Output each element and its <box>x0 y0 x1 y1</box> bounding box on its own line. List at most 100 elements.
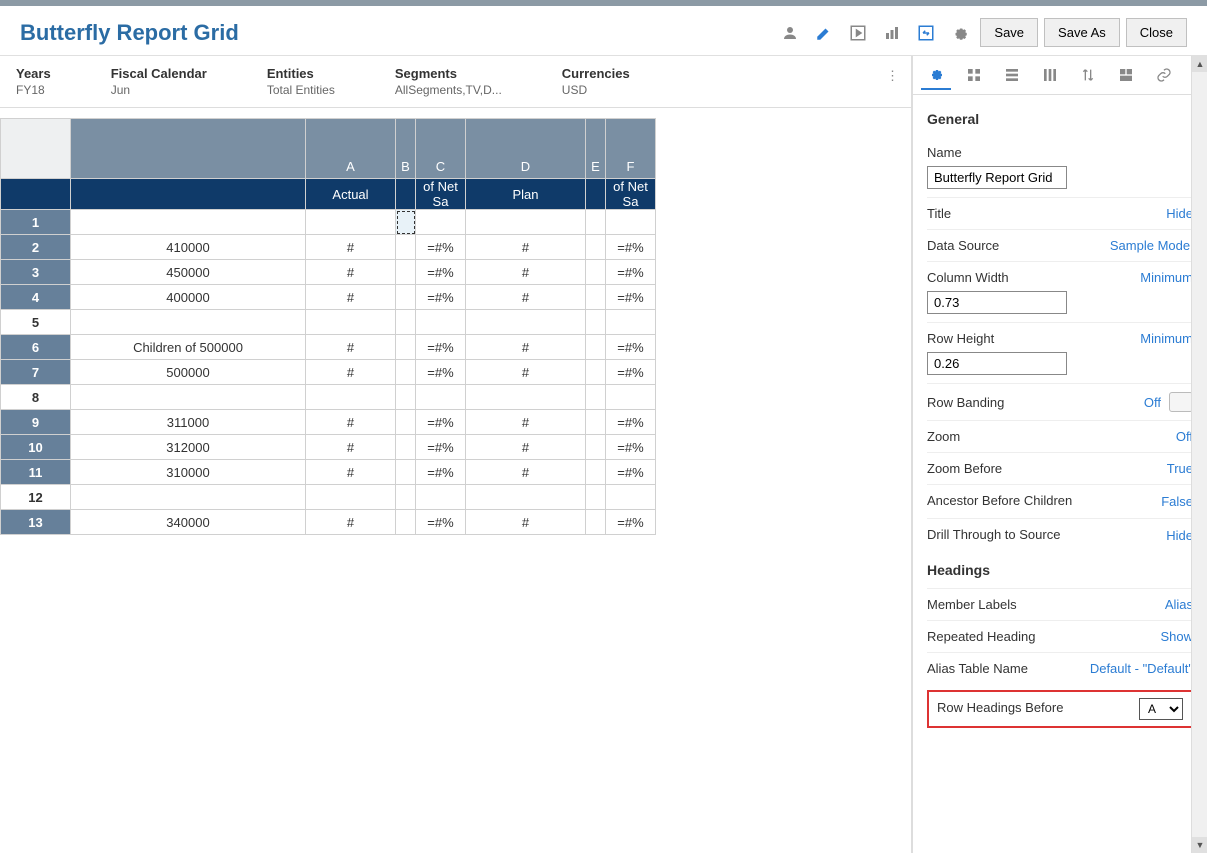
col-letter[interactable]: F <box>606 119 656 179</box>
row-number[interactable]: 13 <box>1 510 71 535</box>
row-label[interactable]: 410000 <box>71 235 306 260</box>
data-cell[interactable]: # <box>466 285 586 310</box>
data-cell[interactable] <box>586 360 606 385</box>
row-label[interactable]: 500000 <box>71 360 306 385</box>
prop-rowheight-link[interactable]: Minimum <box>1140 331 1193 346</box>
row-number[interactable]: 11 <box>1 460 71 485</box>
row-number[interactable]: 4 <box>1 285 71 310</box>
data-cell[interactable]: # <box>466 510 586 535</box>
data-cell[interactable] <box>396 510 416 535</box>
user-icon[interactable] <box>776 19 804 47</box>
tab-grid1-icon[interactable] <box>959 60 989 90</box>
report-grid[interactable]: ABCDEFActualof Net SaPlanof Net Sa124100… <box>0 118 656 535</box>
col-letter[interactable]: C <box>416 119 466 179</box>
data-cell[interactable] <box>606 210 656 235</box>
data-cell[interactable] <box>396 435 416 460</box>
data-cell[interactable]: =#% <box>416 435 466 460</box>
data-cell[interactable]: =#% <box>606 285 656 310</box>
col-title[interactable] <box>586 179 606 210</box>
data-cell[interactable] <box>396 285 416 310</box>
data-cell[interactable] <box>586 460 606 485</box>
data-cell[interactable] <box>306 210 396 235</box>
row-number[interactable]: 8 <box>1 385 71 410</box>
scroll-up-icon[interactable]: ▲ <box>1192 56 1207 72</box>
data-cell[interactable] <box>466 310 586 335</box>
data-cell[interactable] <box>396 235 416 260</box>
data-cell[interactable] <box>466 485 586 510</box>
data-cell[interactable] <box>606 385 656 410</box>
data-cell[interactable] <box>586 410 606 435</box>
data-cell[interactable] <box>606 485 656 510</box>
data-cell[interactable]: =#% <box>416 285 466 310</box>
data-cell[interactable]: # <box>306 435 396 460</box>
rowbanding-toggle[interactable] <box>1169 392 1193 412</box>
play-icon[interactable] <box>844 19 872 47</box>
data-cell[interactable]: =#% <box>606 335 656 360</box>
data-cell[interactable] <box>466 210 586 235</box>
data-cell[interactable] <box>416 310 466 335</box>
data-cell[interactable] <box>306 310 396 335</box>
data-cell[interactable] <box>306 485 396 510</box>
data-cell[interactable]: # <box>306 510 396 535</box>
data-cell[interactable]: # <box>306 360 396 385</box>
gear-icon[interactable] <box>946 19 974 47</box>
data-cell[interactable] <box>396 260 416 285</box>
data-cell[interactable] <box>586 510 606 535</box>
prop-title-value[interactable]: Hide <box>1166 206 1193 221</box>
edit-icon[interactable] <box>810 19 838 47</box>
row-number[interactable]: 1 <box>1 210 71 235</box>
data-cell[interactable] <box>306 385 396 410</box>
prop-drill-value[interactable]: Hide <box>1166 528 1193 543</box>
row-number[interactable]: 6 <box>1 335 71 360</box>
data-cell[interactable] <box>466 385 586 410</box>
dimensions-menu-icon[interactable]: ⋮ <box>886 68 899 84</box>
data-cell[interactable]: # <box>306 260 396 285</box>
prop-zoombefore-value[interactable]: True <box>1167 461 1193 476</box>
data-cell[interactable]: =#% <box>416 360 466 385</box>
col-title[interactable]: Plan <box>466 179 586 210</box>
row-label[interactable]: 310000 <box>71 460 306 485</box>
data-cell[interactable]: =#% <box>416 235 466 260</box>
dimension-item[interactable]: YearsFY18 <box>16 66 51 97</box>
data-cell[interactable] <box>586 385 606 410</box>
tab-grid3-icon[interactable] <box>1035 60 1065 90</box>
data-cell[interactable] <box>396 310 416 335</box>
data-cell[interactable]: =#% <box>606 460 656 485</box>
data-cell[interactable]: # <box>306 460 396 485</box>
row-number[interactable]: 2 <box>1 235 71 260</box>
row-label[interactable]: 340000 <box>71 510 306 535</box>
col-title[interactable]: of Net Sa <box>606 179 656 210</box>
data-cell[interactable] <box>586 235 606 260</box>
row-number[interactable]: 5 <box>1 310 71 335</box>
data-cell[interactable]: # <box>466 335 586 360</box>
save-button[interactable]: Save <box>980 18 1038 47</box>
dimension-item[interactable]: SegmentsAllSegments,TV,D... <box>395 66 502 97</box>
row-label[interactable]: 400000 <box>71 285 306 310</box>
tab-grid2-icon[interactable] <box>997 60 1027 90</box>
data-cell[interactable] <box>396 210 416 235</box>
data-cell[interactable]: # <box>466 460 586 485</box>
col-letter[interactable]: D <box>466 119 586 179</box>
prop-datasource-value[interactable]: Sample Model <box>1110 238 1193 253</box>
data-cell[interactable]: # <box>306 285 396 310</box>
scroll-down-icon[interactable]: ▼ <box>1192 837 1207 853</box>
row-label[interactable]: Children of 500000 <box>71 335 306 360</box>
data-cell[interactable] <box>586 485 606 510</box>
row-label[interactable]: 312000 <box>71 435 306 460</box>
data-cell[interactable] <box>396 360 416 385</box>
col-title[interactable]: of Net Sa <box>416 179 466 210</box>
data-cell[interactable]: =#% <box>416 510 466 535</box>
prop-memberlabels-value[interactable]: Alias <box>1165 597 1193 612</box>
close-button[interactable]: Close <box>1126 18 1187 47</box>
dimension-item[interactable]: EntitiesTotal Entities <box>267 66 335 97</box>
data-cell[interactable] <box>586 210 606 235</box>
row-number[interactable]: 12 <box>1 485 71 510</box>
data-cell[interactable] <box>396 335 416 360</box>
data-cell[interactable]: # <box>466 235 586 260</box>
data-cell[interactable] <box>586 260 606 285</box>
tab-general-icon[interactable] <box>921 60 951 90</box>
data-cell[interactable]: =#% <box>606 410 656 435</box>
prop-colwidth-link[interactable]: Minimum <box>1140 270 1193 285</box>
colwidth-input[interactable] <box>927 291 1067 314</box>
data-cell[interactable] <box>416 385 466 410</box>
